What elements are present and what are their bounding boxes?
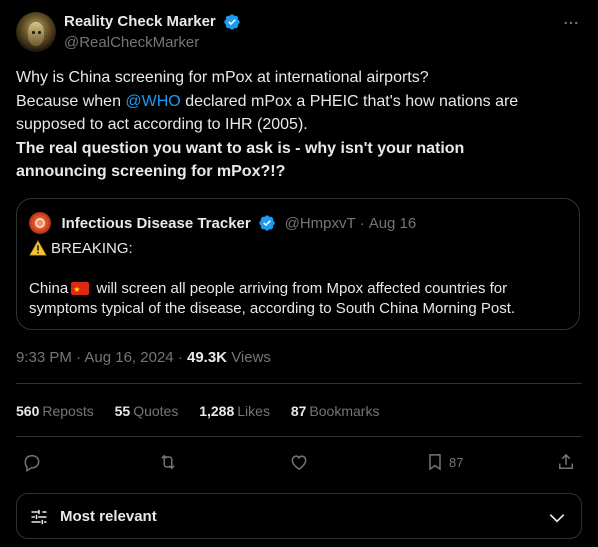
stat-label: Reposts	[42, 403, 94, 419]
views-count: 49.3K	[186, 349, 228, 366]
stat-number: 560	[16, 403, 40, 419]
tweet-text-fragment: declared mPox a PHEIC that's how nations…	[180, 92, 519, 110]
quoted-handle: @HmpxvT	[284, 214, 356, 232]
stat-quotes[interactable]: 55 Quotes	[115, 403, 179, 419]
divider	[16, 383, 582, 384]
reply-icon	[24, 455, 40, 472]
tweet-detail: Reality Check Marker @RealCheckMarker Wh…	[0, 0, 598, 547]
quoted-display-name: Infectious Disease Tracker	[61, 214, 251, 232]
stat-bookmarks[interactable]: 87 Bookmarks	[291, 403, 380, 419]
separator-dot: ·	[177, 349, 183, 366]
tweet-time[interactable]: 9:33 PM	[16, 349, 72, 366]
tweet-date[interactable]: Aug 16, 2024	[84, 349, 173, 366]
quoted-text-fragment: China	[29, 280, 69, 297]
stat-label: Quotes	[133, 403, 179, 419]
reply-sort-selector[interactable]: Most relevant	[16, 493, 582, 539]
quoted-tweet[interactable]: Infectious Disease Tracker @HmpxvT · Aug 1…	[16, 198, 580, 330]
bookmark-count: 87	[449, 454, 464, 470]
share-button[interactable]	[556, 450, 576, 474]
share-icon	[559, 453, 573, 469]
warning-icon	[29, 240, 47, 256]
views-label: Views	[231, 349, 271, 366]
more-icon[interactable]	[560, 14, 582, 32]
tweet-meta: 9:33 PM · Aug 16, 2024 · 49.3K Views	[16, 349, 271, 366]
tweet-line: Because when @WHO declared mPox a PHEIC …	[16, 90, 582, 114]
like-button[interactable]	[289, 450, 309, 474]
author-display-name[interactable]: Reality Check Marker	[64, 12, 216, 32]
tweet-text: Why is China screening for mPox at inter…	[16, 66, 582, 184]
quoted-line: China will screen all people arriving fr…	[29, 279, 569, 300]
tweet-line-bold: announcing screening for mPox?!?	[16, 163, 286, 180]
separator-dot: ·	[76, 349, 82, 366]
author-block: Reality Check Marker @RealCheckMarker	[64, 12, 241, 53]
engagement-stats: 560 Reposts 55 Quotes 1,288 Likes 87 Bookmar…	[16, 403, 396, 419]
chevron-down-icon	[549, 514, 565, 523]
avatar-face	[28, 22, 44, 46]
quoted-line: symptoms typical of the disease, accordi…	[29, 300, 516, 317]
repost-button[interactable]	[158, 450, 178, 474]
verified-badge-icon	[259, 215, 275, 231]
quoted-tweet-header: Infectious Disease Tracker @HmpxvT · Aug 1…	[29, 212, 416, 234]
quoted-avatar[interactable]	[29, 212, 51, 234]
stat-label: Bookmarks	[309, 403, 380, 419]
stat-number: 55	[114, 403, 131, 419]
stat-reposts[interactable]: 560 Reposts	[16, 403, 94, 419]
avatar-eye	[32, 31, 35, 34]
sort-label: Most relevant	[60, 508, 157, 525]
china-flag-icon	[71, 280, 90, 300]
tweet-text-fragment: Because when	[16, 92, 126, 110]
sort-filter-icon	[31, 509, 47, 525]
stat-likes[interactable]: 1,288 Likes	[199, 403, 270, 419]
reply-button[interactable]	[22, 450, 42, 474]
author-handle[interactable]: @RealCheckMarker	[64, 33, 241, 53]
stat-label: Likes	[237, 403, 270, 419]
like-icon	[291, 455, 307, 470]
tweet-header: Reality Check Marker @RealCheckMarker	[16, 10, 582, 56]
mention-link[interactable]: @WHO	[125, 93, 180, 110]
stat-number: 1,288	[199, 403, 235, 419]
tweet-line-bold: The real question you want to ask is - w…	[16, 139, 465, 157]
quoted-tweet-text: BREAKING: China will screen all people a…	[29, 239, 569, 319]
divider	[16, 436, 582, 437]
avatar[interactable]	[16, 12, 56, 52]
quoted-line: BREAKING:	[29, 239, 569, 259]
separator-dot: ·	[359, 214, 365, 232]
stat-number: 87	[290, 403, 307, 419]
quoted-text-fragment: will screen all people arriving from Mpo…	[92, 280, 508, 297]
bookmark-icon	[429, 454, 441, 471]
bookmark-button[interactable]: 87	[425, 450, 463, 474]
repost-icon	[161, 454, 175, 470]
breaking-label: BREAKING:	[51, 240, 133, 257]
tweet-line: supposed to act according to IHR (2005).	[16, 116, 308, 133]
quoted-date: Aug 16	[368, 214, 417, 232]
verified-badge-icon	[224, 14, 240, 30]
avatar-eye	[38, 31, 41, 34]
tweet-line: Why is China screening for mPox at inter…	[16, 69, 429, 86]
